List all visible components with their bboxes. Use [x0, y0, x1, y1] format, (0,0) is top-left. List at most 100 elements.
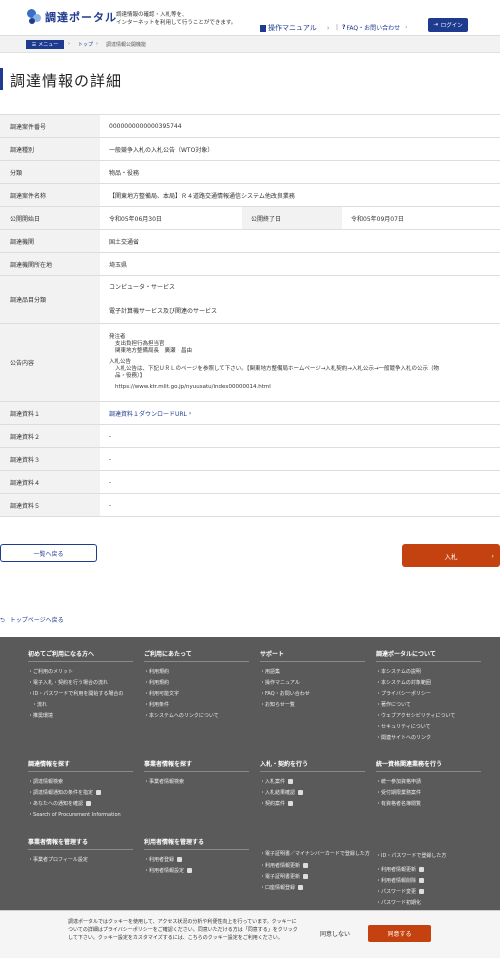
footer-link[interactable]: 統一参加資格申請 [376, 777, 481, 788]
footer-subheading: ID・パスワードで登録した方 [376, 851, 446, 862]
footer-link[interactable]: 利用規約 [144, 667, 249, 678]
lock-icon [187, 868, 193, 873]
cookie-decline-button[interactable]: 同意しない [305, 925, 365, 941]
footer-link[interactable]: 本システムへのリンクについて [144, 711, 249, 722]
footer-link[interactable]: 流れ [28, 700, 133, 711]
table-row: 調達案件名称 【関東地方整備局、本局】Ｒ４道路交通情報通信システム他改良業務 [0, 184, 500, 207]
footer-link[interactable]: 利用者情報更新 [376, 865, 446, 876]
footer-link[interactable]: 本システムの対象範囲 [376, 678, 481, 689]
site-logo[interactable]: 調達ポータル [26, 8, 117, 25]
footer-heading[interactable]: 統一資格関連業務を行う [376, 759, 481, 772]
footer-heading[interactable]: 利用者情報を管理する [144, 837, 249, 850]
back-to-list-button[interactable]: 一覧へ戻る [0, 544, 97, 562]
footer-heading[interactable]: 事業者情報を探す [144, 759, 249, 772]
lock-icon [177, 857, 183, 862]
lock-icon [298, 790, 304, 795]
footer-column: 入札・契約を行う 入札案件 入札結果確認 契約案件 [260, 759, 365, 810]
back-to-top-link[interactable]: ⮌ トップページへ戻る [0, 615, 64, 626]
cookie-accept-button[interactable]: 同意する [368, 925, 431, 942]
table-row: 分類 物品・役務 [0, 161, 500, 184]
footer-link[interactable]: 著作について [376, 700, 481, 711]
doc1-download-link[interactable]: 調達資料１ダウンロードURL [109, 409, 187, 418]
row-label: 調達機関所在地 [0, 253, 100, 275]
footer-heading[interactable]: サポート [260, 649, 365, 662]
login-button[interactable]: ⇥ ログイン [428, 18, 468, 32]
manual-link[interactable]: 操作マニュアル › [260, 23, 330, 33]
faq-link[interactable]: | ? FAQ・お問い合わせ › [336, 23, 408, 32]
footer-link[interactable]: 利用条件 [144, 700, 249, 711]
footer-heading[interactable]: 入札・契約を行う [260, 759, 365, 772]
row-value: 令和05年06月30日 [109, 215, 162, 223]
footer-link[interactable]: 事業者プロフィール設定 [28, 855, 133, 866]
lock-icon [288, 801, 294, 806]
notice-content: 発注者 支出負担行為担当官 関東地方整備局長 廣瀬 昌由 入札公告 入札公告は、… [109, 334, 440, 390]
footer-heading[interactable]: ご利用にあたって [144, 649, 249, 662]
footer-heading[interactable]: 事業者情報を管理する [28, 837, 133, 850]
footer-heading[interactable]: 調達情報を探す [28, 759, 133, 772]
row-label: 公開開始日 [0, 207, 100, 229]
footer-link[interactable]: ID・パスワードで利用を開始する場合の [28, 689, 133, 700]
row-label: 調達案件名称 [0, 184, 100, 206]
footer-link[interactable]: 入札結果確認 [260, 788, 365, 799]
footer-heading[interactable]: 調達ポータルについて [376, 649, 481, 662]
footer-link[interactable]: 利用者情報設定 [144, 866, 249, 877]
footer-link[interactable]: ご利用のメリット [28, 667, 133, 678]
footer-link[interactable]: パスワード初期化 [376, 898, 446, 909]
table-row: 調達機関 国土交通省 [0, 230, 500, 253]
footer-column: サポート 用語集 操作マニュアル FAQ・お問い合わせ お知らせ一覧 [260, 649, 365, 711]
breadcrumb-current: 調達情報公開機能 [106, 42, 147, 48]
footer-link[interactable]: ウェブアクセシビリティについて [376, 711, 481, 722]
footer-link[interactable]: 利用者登録 [144, 855, 249, 866]
lock-icon [86, 801, 92, 806]
footer-link[interactable]: 口座情報登録 [260, 883, 372, 894]
footer-link[interactable]: Search of Procurement Information [28, 810, 133, 821]
login-icon: ⇥ [433, 22, 438, 28]
row-label: 調達資料３ [0, 448, 100, 470]
footer-link[interactable]: 電子入札・契約を行う場合の流れ [28, 678, 133, 689]
footer-link[interactable]: 操作マニュアル [260, 678, 365, 689]
menu-button[interactable]: ☰ メニュー [26, 40, 64, 49]
footer-link[interactable]: セキュリティについて [376, 722, 481, 733]
footer-link[interactable]: 関連サイトへのリンク [376, 733, 481, 744]
footer-link[interactable]: 受付期限業務案件 [376, 788, 481, 799]
row-value: コンピュータ・サービス 電子計算機サービス及び関連のサービス [109, 283, 218, 315]
breadcrumb-separator: › [96, 41, 98, 47]
table-row: 公開開始日 令和05年06月30日 公開終了日 令和05年09月07日 [0, 207, 500, 230]
footer-link[interactable]: プライバシーポリシー [376, 689, 481, 700]
table-row: 調達案件番号 0000000000000395744 [0, 115, 500, 138]
footer-link[interactable]: 事業者情報検索 [144, 777, 249, 788]
footer-link[interactable]: FAQ・お問い合わせ [260, 689, 365, 700]
row-value: - [109, 478, 112, 486]
footer-link[interactable]: お知らせ一覧 [260, 700, 365, 711]
site-header: 調達ポータル 調達情報の確認・入札等を、 インターネットを利用して行うことができ… [0, 0, 500, 36]
footer-link[interactable]: 調達情報通知の条件を指定 [28, 788, 133, 799]
row-label: 調達資料５ [0, 494, 100, 516]
footer-link[interactable]: 利用者情報更新 [260, 861, 372, 872]
footer-link[interactable]: パスワード変更 [376, 887, 446, 898]
row-label: 調達資料２ [0, 425, 100, 447]
footer-link[interactable]: 調達情報検索 [28, 777, 133, 788]
footer-link[interactable]: 契約案件 [260, 799, 365, 810]
table-row: 調達品目分類 コンピュータ・サービス 電子計算機サービス及び関連のサービス [0, 276, 500, 324]
footer-link[interactable]: あなたへの通知を確認 [28, 799, 133, 810]
row-label: 調達品目分類 [0, 276, 100, 323]
footer-column: 利用者情報を管理する 利用者登録 利用者情報設定 [144, 837, 249, 877]
lock-icon [419, 878, 425, 883]
footer-link[interactable]: 有資格者名簿閲覧 [376, 799, 481, 810]
footer-heading[interactable]: 初めてご利用になる方へ [28, 649, 133, 662]
footer-link[interactable]: 電子証明書更新 [260, 872, 372, 883]
bid-button[interactable]: 入札 › [402, 544, 500, 567]
footer-link[interactable]: 利用者情報削除 [376, 876, 446, 887]
footer-link[interactable]: 推奨環境 [28, 711, 133, 722]
footer-link[interactable]: 用語集 [260, 667, 365, 678]
lock-icon [298, 885, 304, 890]
breadcrumb-top[interactable]: トップ [78, 41, 93, 48]
footer-link[interactable]: 利用規約 [144, 678, 249, 689]
footer-link[interactable]: 利用可能文字 [144, 689, 249, 700]
lock-icon [419, 889, 425, 894]
footer-link[interactable]: 入札案件 [260, 777, 365, 788]
row-label: 調達機関 [0, 230, 100, 252]
footer-link[interactable]: 本システムの説明 [376, 667, 481, 678]
row-value: - [109, 432, 112, 440]
page-title-block: 調達情報の詳細 [0, 62, 500, 96]
